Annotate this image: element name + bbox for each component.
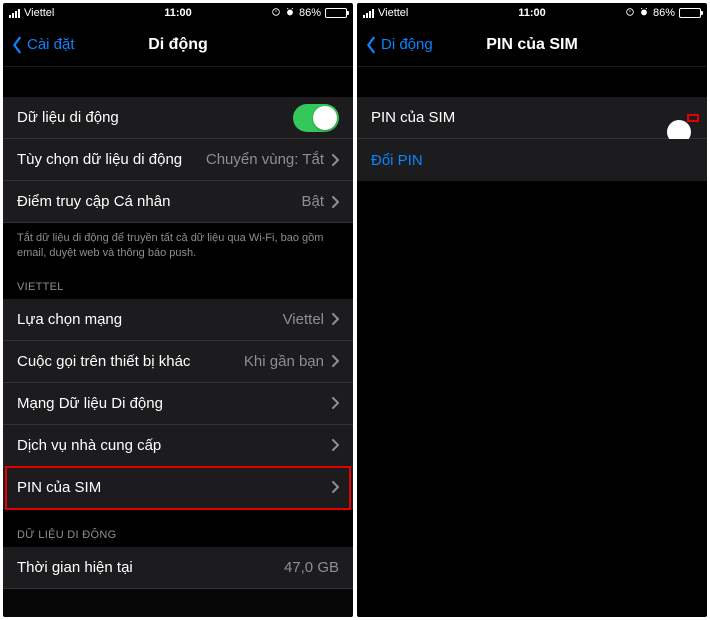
row-label: Mạng Dữ liệu Di động (17, 395, 163, 412)
row-label: Dịch vụ nhà cung cấp (17, 437, 161, 454)
content-scroll[interactable]: PIN của SIM Đổi PIN (357, 67, 707, 617)
carrier-label: Viettel (24, 7, 54, 19)
row-current-period[interactable]: Thời gian hiện tại 47,0 GB (3, 547, 353, 589)
row-label: Lựa chọn mạng (17, 311, 122, 328)
battery-pct: 86% (299, 7, 321, 19)
chevron-right-icon (332, 196, 339, 208)
row-label: PIN của SIM (17, 479, 101, 496)
row-value: 47,0 GB (284, 559, 339, 576)
row-network-selection[interactable]: Lựa chọn mạng Viettel (3, 299, 353, 341)
chevron-right-icon (332, 355, 339, 367)
row-personal-hotspot[interactable]: Điểm truy cập Cá nhân Bật (3, 181, 353, 223)
row-label: PIN của SIM (371, 109, 455, 126)
chevron-left-icon (365, 36, 377, 54)
status-bar: Viettel 11:00 86% (3, 3, 353, 23)
back-button[interactable]: Cài đặt (11, 36, 75, 54)
nav-bar: Di động PIN của SIM (357, 23, 707, 67)
row-label: Đổi PIN (371, 152, 423, 169)
chevron-right-icon (332, 439, 339, 451)
nav-title: PIN của SIM (486, 36, 578, 54)
alarm-icon (639, 7, 649, 20)
row-label: Thời gian hiện tại (17, 559, 133, 576)
row-value: Bật (301, 193, 324, 210)
chevron-left-icon (11, 36, 23, 54)
nav-title: Di động (148, 36, 208, 54)
orientation-lock-icon (625, 7, 635, 20)
status-bar: Viettel 11:00 86% (357, 3, 707, 23)
row-value: Viettel (283, 311, 324, 328)
signal-icon (363, 9, 374, 18)
row-cellular-data-network[interactable]: Mạng Dữ liệu Di động (3, 383, 353, 425)
back-label: Cài đặt (27, 36, 75, 53)
row-carrier-services[interactable]: Dịch vụ nhà cung cấp (3, 425, 353, 467)
chevron-right-icon (332, 154, 339, 166)
section-header-carrier: VIETTEL (3, 261, 353, 299)
section-footer: Tắt dữ liệu di động để truyền tất cả dữ … (3, 223, 353, 261)
row-label: Dữ liệu di động (17, 109, 119, 126)
row-cellular-data[interactable]: Dữ liệu di động (3, 97, 353, 139)
row-label: Cuộc gọi trên thiết bị khác (17, 353, 190, 370)
row-change-pin[interactable]: Đổi PIN (357, 139, 707, 181)
cellular-data-toggle[interactable] (293, 104, 339, 132)
back-button[interactable]: Di động (365, 36, 433, 54)
row-data-options[interactable]: Tùy chọn dữ liệu di động Chuyển vùng: Tắ… (3, 139, 353, 181)
annotation-highlight (687, 114, 699, 122)
carrier-label: Viettel (378, 7, 408, 19)
signal-icon (9, 9, 20, 18)
row-truncated (3, 589, 353, 617)
section-header-data: DỮ LIỆU DI ĐỘNG (3, 509, 353, 547)
row-sim-pin[interactable]: PIN của SIM (3, 467, 353, 509)
row-value: Khi gần bạn (244, 353, 324, 370)
screen-cellular-settings: Viettel 11:00 86% Cài đặt Di động Dữ liệ… (3, 3, 353, 617)
battery-icon (325, 8, 347, 18)
chevron-right-icon (332, 397, 339, 409)
battery-pct: 86% (653, 7, 675, 19)
row-value: Chuyển vùng: Tắt (206, 151, 324, 168)
battery-icon (679, 8, 701, 18)
orientation-lock-icon (271, 7, 281, 20)
row-label: Tùy chọn dữ liệu di động (17, 151, 182, 168)
nav-bar: Cài đặt Di động (3, 23, 353, 67)
row-sim-pin-toggle[interactable]: PIN của SIM (357, 97, 707, 139)
back-label: Di động (381, 36, 433, 53)
row-label: Điểm truy cập Cá nhân (17, 193, 170, 210)
chevron-right-icon (332, 481, 339, 493)
content-scroll[interactable]: Dữ liệu di động Tùy chọn dữ liệu di động… (3, 67, 353, 617)
screen-sim-pin: Viettel 11:00 86% Di động PIN của SIM PI… (357, 3, 707, 617)
chevron-right-icon (332, 313, 339, 325)
row-calls-other-devices[interactable]: Cuộc gọi trên thiết bị khác Khi gần bạn (3, 341, 353, 383)
alarm-icon (285, 7, 295, 20)
